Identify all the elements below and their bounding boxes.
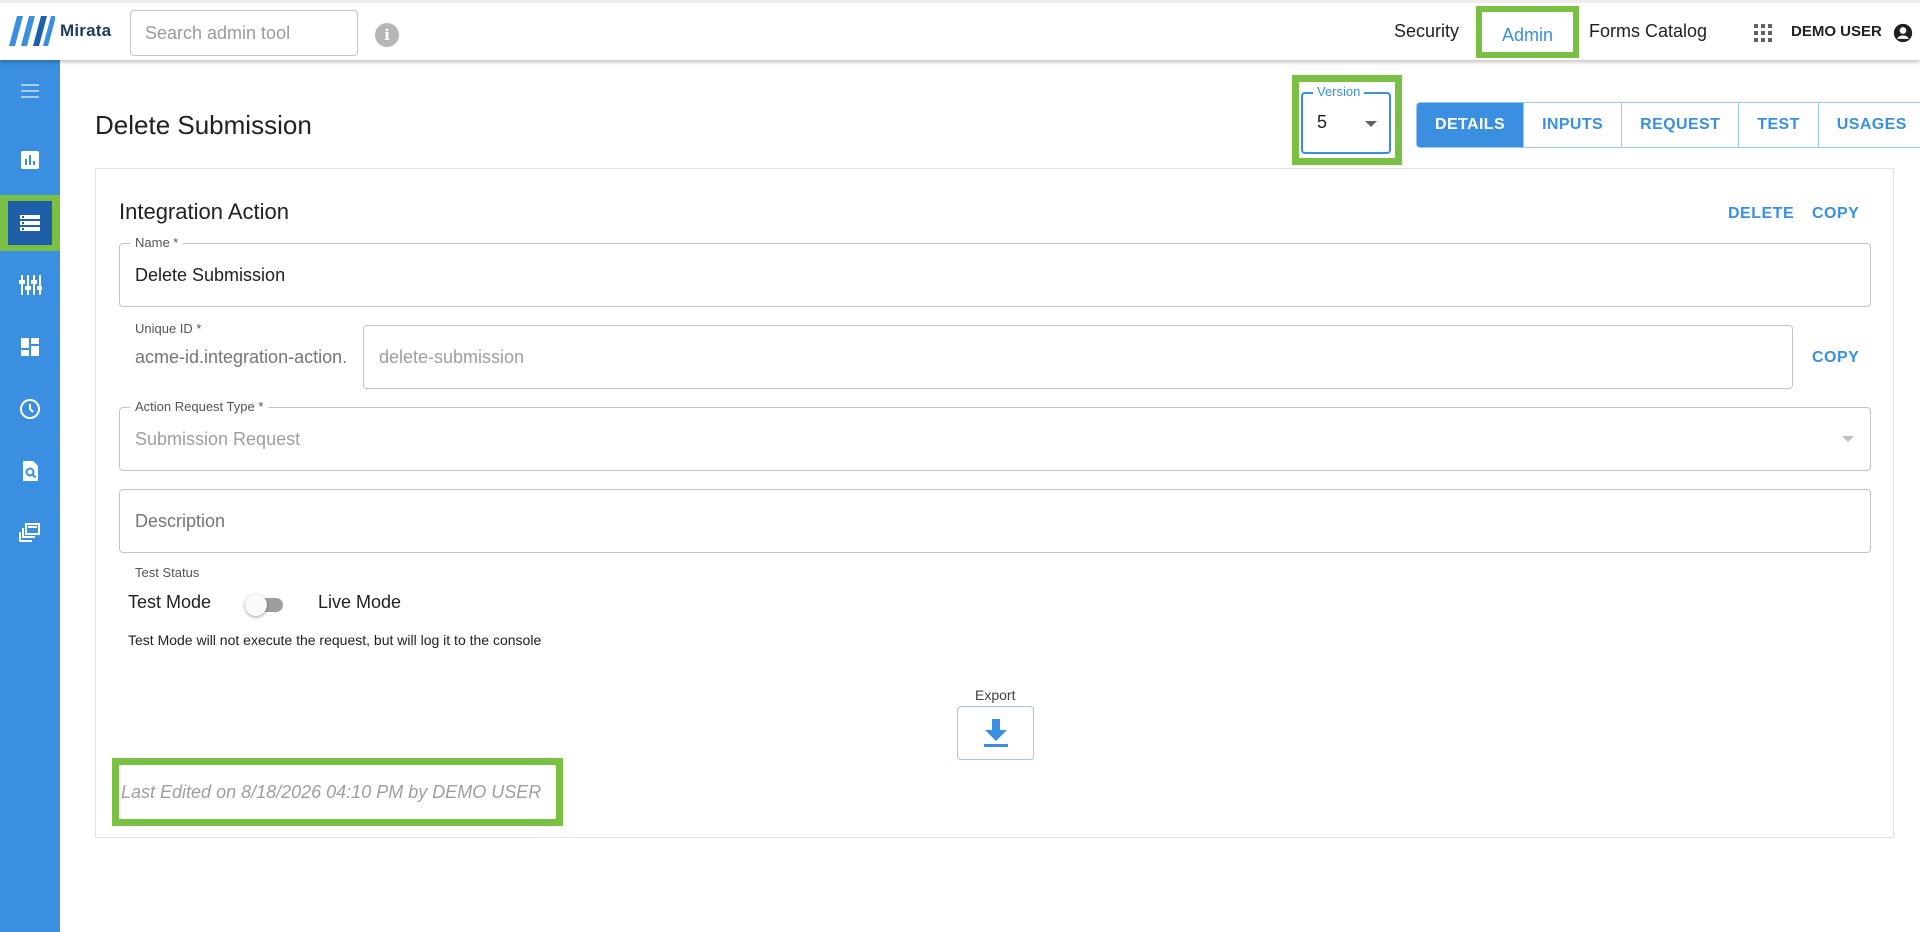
version-select[interactable]: Version 5 <box>1301 84 1391 154</box>
name-value: Delete Submission <box>135 265 286 285</box>
brand-logo[interactable]: Mirata <box>9 16 111 46</box>
dashboard-icon <box>21 338 39 356</box>
export-label: Export <box>975 687 1016 703</box>
action-request-type-value: Submission Request <box>135 429 301 449</box>
sidebar-item-integrations[interactable] <box>0 195 60 251</box>
sidebar-item-settings[interactable] <box>0 257 60 313</box>
tab-request[interactable]: REQUEST <box>1622 103 1740 147</box>
sidebar-item-library[interactable] <box>0 505 60 561</box>
action-request-type-select[interactable]: Action Request Type * Submission Request <box>119 399 1871 471</box>
tab-details[interactable]: DETAILS <box>1417 103 1525 147</box>
sidebar-item-history[interactable] <box>0 381 60 437</box>
find-in-page-icon <box>23 461 38 481</box>
library-icon <box>19 523 40 542</box>
page-title: Delete Submission <box>95 110 312 140</box>
copy-unique-id-button[interactable]: COPY <box>1812 349 1859 367</box>
description-field[interactable]: Description <box>119 489 1871 553</box>
test-status-label: Test Status <box>135 565 200 580</box>
nav-security[interactable]: Security <box>1394 3 1459 60</box>
nav-admin[interactable]: Admin <box>1476 6 1579 58</box>
chevron-down-icon <box>1365 121 1377 127</box>
sidebar-item-reports[interactable] <box>0 132 60 188</box>
description-placeholder: Description <box>135 511 226 531</box>
sidebar-item-search[interactable] <box>0 443 60 499</box>
tune-icon <box>19 275 42 295</box>
user-name[interactable]: DEMO USER <box>1791 3 1882 60</box>
apps-grid-icon[interactable] <box>1754 24 1772 42</box>
test-mode-label: Test Mode <box>128 592 212 612</box>
test-mode-hint: Test Mode will not execute the request, … <box>128 632 542 648</box>
menu-icon <box>21 84 39 98</box>
unique-id-label: Unique ID * <box>130 321 207 336</box>
unique-id-value: delete-submission <box>379 347 525 367</box>
section-tabs: DETAILS INPUTS REQUEST TEST USAGES <box>1416 102 1920 148</box>
unique-id-field[interactable]: delete-submission <box>363 325 1793 389</box>
integration-action-card: Integration Action DELETE COPY Name * De… <box>95 168 1894 838</box>
bar-chart-icon <box>21 151 39 169</box>
delete-button[interactable]: DELETE <box>1728 205 1794 223</box>
search-input[interactable] <box>130 10 358 56</box>
last-edited-info: Last Edited on 8/18/2026 04:10 PM by DEM… <box>112 758 563 826</box>
nav-forms-catalog[interactable]: Forms Catalog <box>1589 3 1707 60</box>
storage-icon <box>20 215 40 231</box>
mirata-logo-icon <box>9 16 55 46</box>
name-label: Name * <box>130 235 184 250</box>
action-request-type-label: Action Request Type * <box>130 399 269 414</box>
info-icon[interactable]: i <box>375 23 399 47</box>
version-value: 5 <box>1317 112 1328 132</box>
sidebar-menu-toggle[interactable] <box>0 63 60 119</box>
version-label: Version <box>1313 84 1365 99</box>
unique-id-prefix: acme-id.integration-action. <box>135 347 348 367</box>
clock-icon <box>20 399 40 419</box>
account-icon[interactable] <box>1893 23 1913 43</box>
live-mode-label: Live Mode <box>318 592 402 612</box>
download-icon <box>983 719 1008 747</box>
test-mode-toggle[interactable] <box>245 594 285 616</box>
version-highlight: Version 5 <box>1292 75 1402 165</box>
tab-test[interactable]: TEST <box>1739 103 1819 147</box>
export-button[interactable] <box>957 706 1034 760</box>
sidebar <box>0 57 60 932</box>
card-title: Integration Action <box>119 199 290 224</box>
name-field[interactable]: Name * Delete Submission <box>119 235 1871 307</box>
top-bar: Mirata i Security Admin Forms Catalog DE… <box>0 0 1920 60</box>
tab-usages[interactable]: USAGES <box>1819 103 1920 147</box>
sidebar-item-dashboard[interactable] <box>0 319 60 375</box>
copy-button[interactable]: COPY <box>1812 205 1859 223</box>
chevron-down-icon <box>1842 436 1854 442</box>
tab-inputs[interactable]: INPUTS <box>1524 103 1623 147</box>
brand-name: Mirata <box>60 21 112 40</box>
